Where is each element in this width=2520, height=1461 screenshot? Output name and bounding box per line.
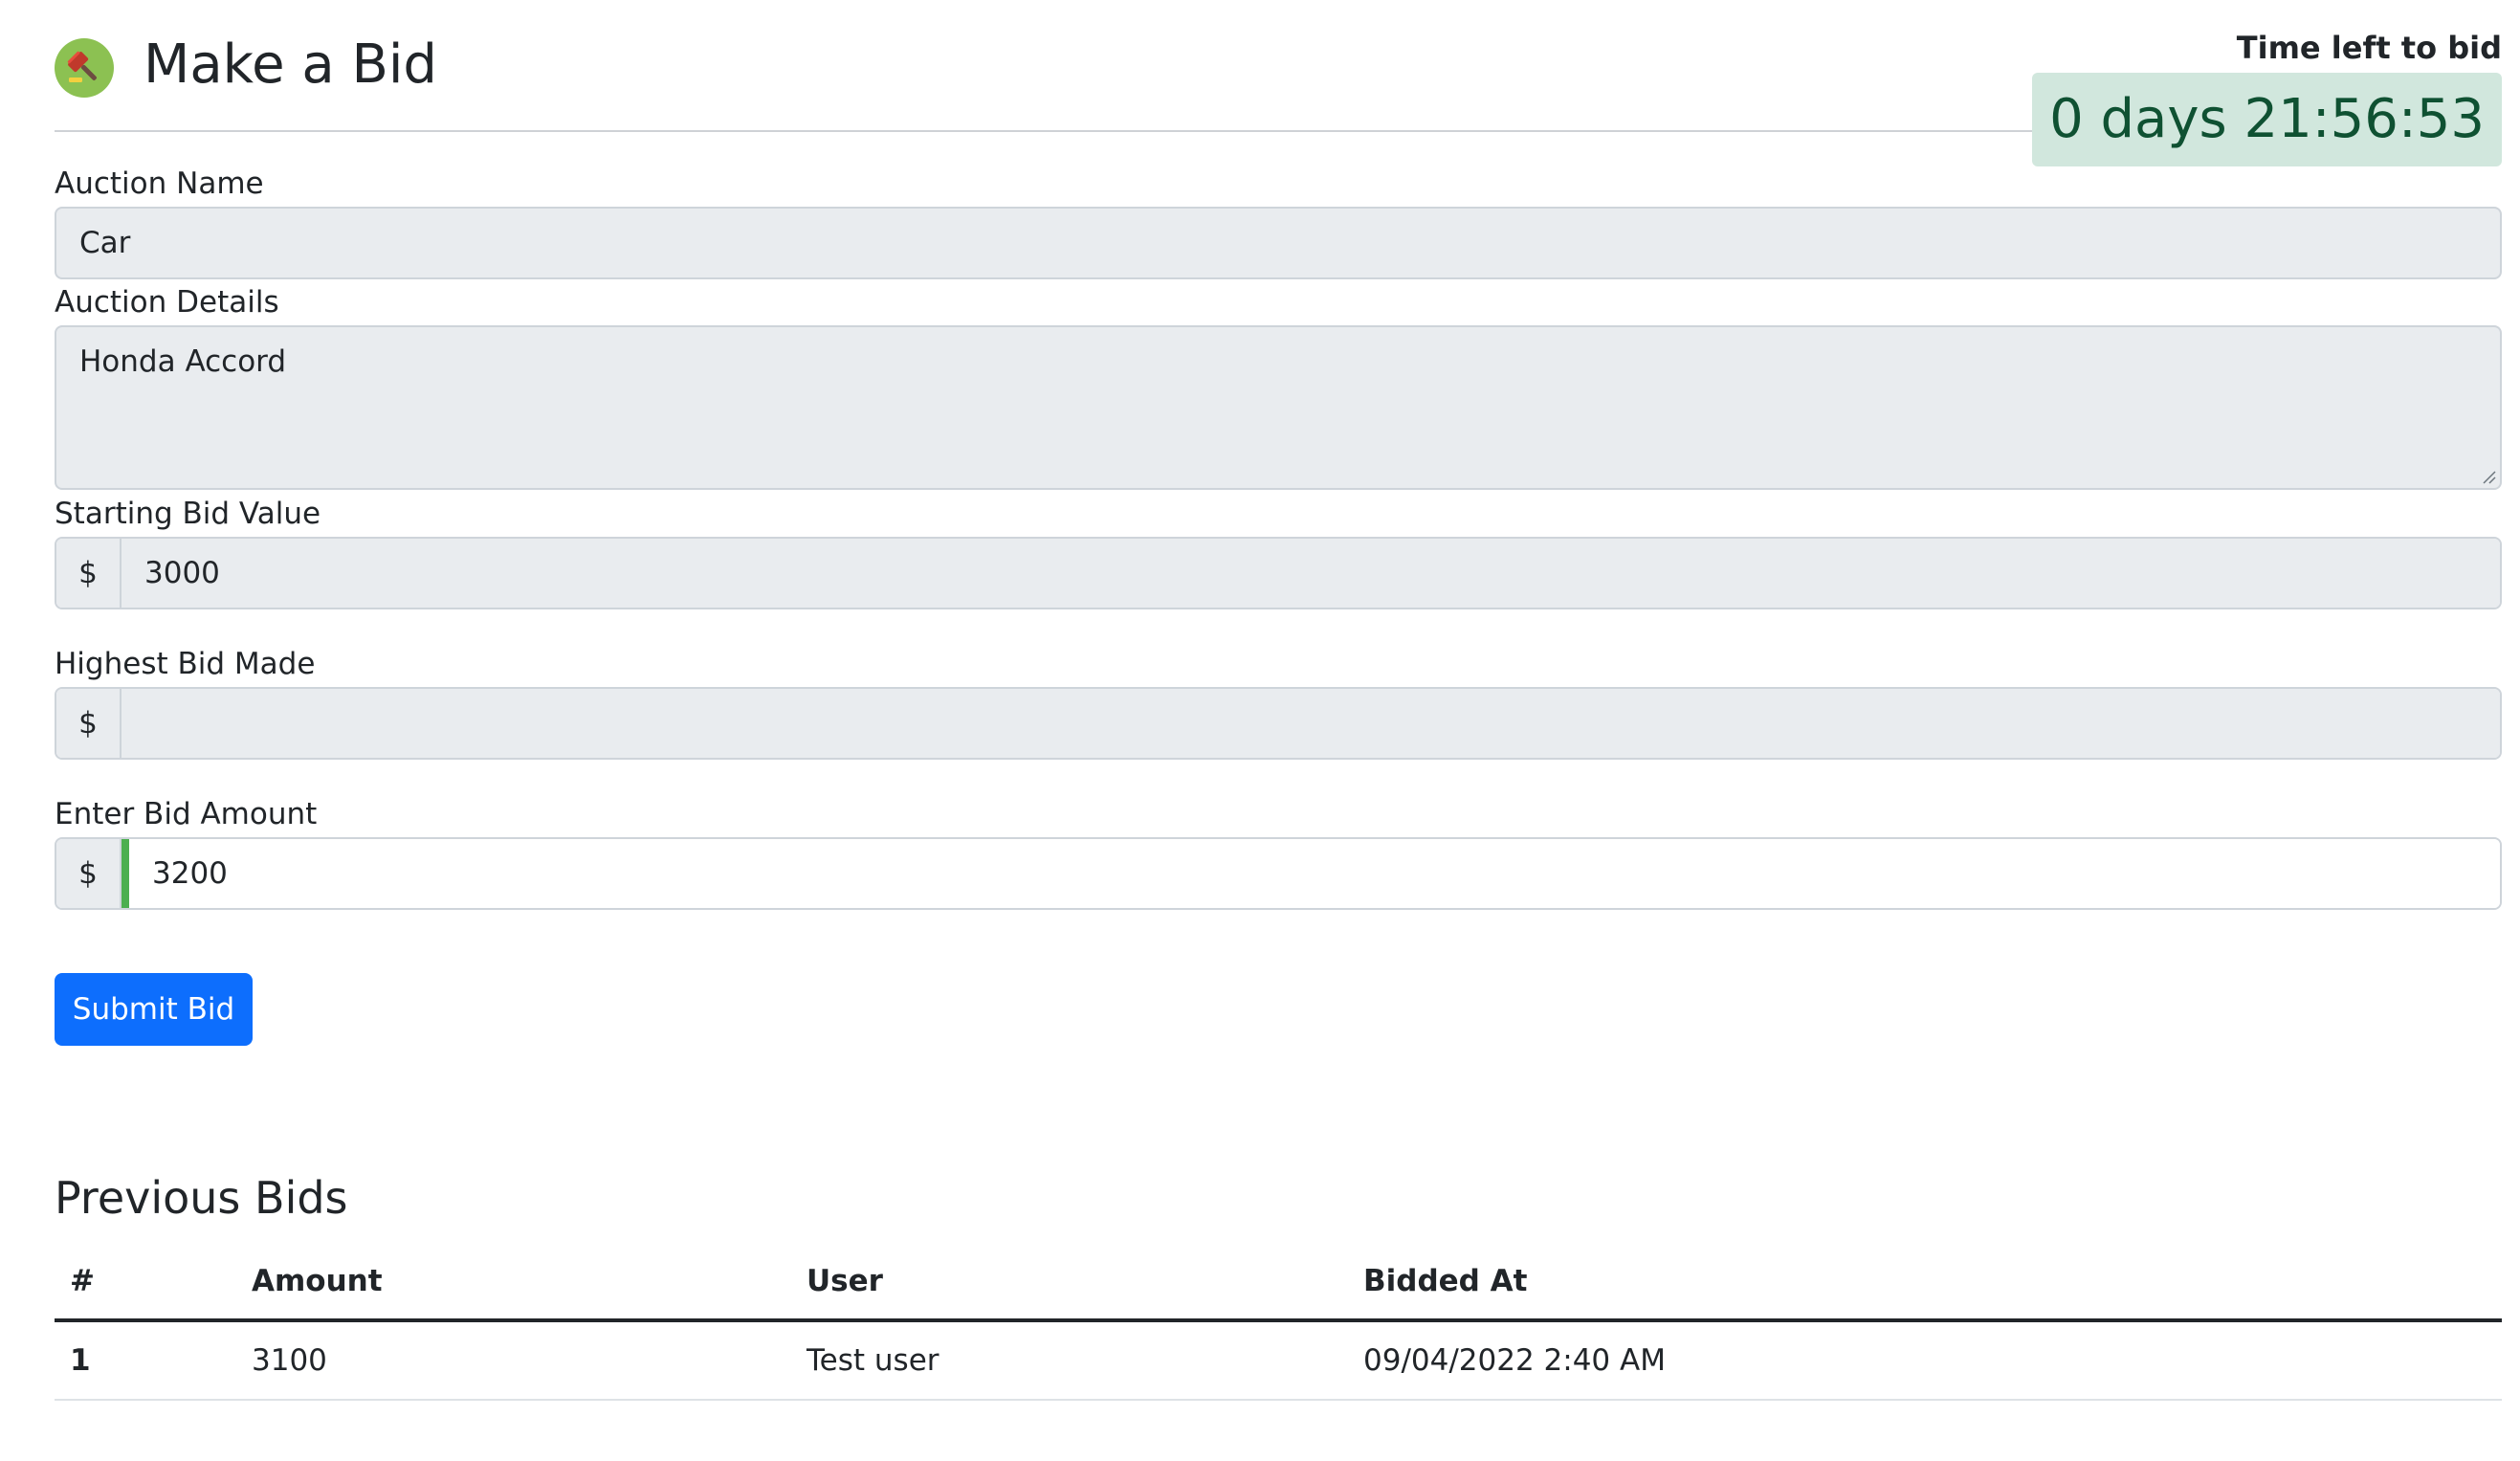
timer-label: Time left to bid [2236,30,2502,66]
auction-details-label: Auction Details [55,285,279,320]
timer-value: 0 days 21:56:53 [2032,73,2502,166]
bid-amount-label: Enter Bid Amount [55,797,318,831]
auction-name-label: Auction Name [55,166,264,201]
auction-name-field[interactable]: Car [55,207,2502,279]
dollar-prefix: $ [56,689,122,758]
bid-amount-cell: 3100 [236,1320,791,1401]
highest-bid-field[interactable] [122,689,2500,758]
highest-bid-input-group: $ [55,687,2502,760]
page-title: Make a Bid [144,33,437,96]
starting-bid-group: Starting Bid Value $ 3000 [55,495,2502,609]
column-header-amount[interactable]: Amount [236,1244,791,1322]
dollar-prefix: $ [56,539,122,608]
bid-number-cell: 1 [55,1320,236,1401]
column-header-bidded-at[interactable]: Bidded At [1348,1244,2502,1322]
starting-bid-field[interactable]: 3000 [122,539,2500,608]
make-bid-page: Make a Bid Time left to bid 0 days 21:56… [55,0,2502,1401]
submit-bid-button[interactable]: Submit Bid [55,973,253,1046]
bid-amount-input[interactable]: 3200 [122,839,2500,908]
dollar-prefix: $ [56,839,122,908]
starting-bid-label: Starting Bid Value [55,497,321,531]
highest-bid-label: Highest Bid Made [55,647,316,681]
bid-user-cell: Test user [791,1320,1348,1401]
column-header-number[interactable]: # [55,1244,236,1322]
table-header-row: # Amount User Bidded At [55,1244,2502,1322]
page-header: Make a Bid Time left to bid 0 days 21:56… [55,0,2502,166]
auction-details-field[interactable]: Honda Accord [55,325,2502,490]
table-row: 1 3100 Test user 09/04/2022 2:40 AM [55,1320,2502,1401]
bid-time-cell: 09/04/2022 2:40 AM [1348,1320,2502,1401]
previous-bids-table: # Amount User Bidded At 1 3100 Test user… [55,1244,2502,1401]
resize-grip-icon[interactable] [2479,467,2496,484]
bid-amount-group: Enter Bid Amount $ 3200 [55,795,2502,910]
auction-name-group: Auction Name Car [55,165,2502,279]
previous-bids-title: Previous Bids [55,1172,348,1224]
auction-details-group: Auction Details Honda Accord [55,283,2502,490]
bid-amount-input-group: $ 3200 [55,837,2502,910]
gavel-icon [55,38,114,98]
countdown-timer: Time left to bid 0 days 21:56:53 [2032,29,2502,166]
highest-bid-group: Highest Bid Made $ [55,645,2502,760]
column-header-user[interactable]: User [791,1244,1348,1322]
auction-details-text: Honda Accord [79,344,287,379]
starting-bid-input-group: $ 3000 [55,537,2502,609]
